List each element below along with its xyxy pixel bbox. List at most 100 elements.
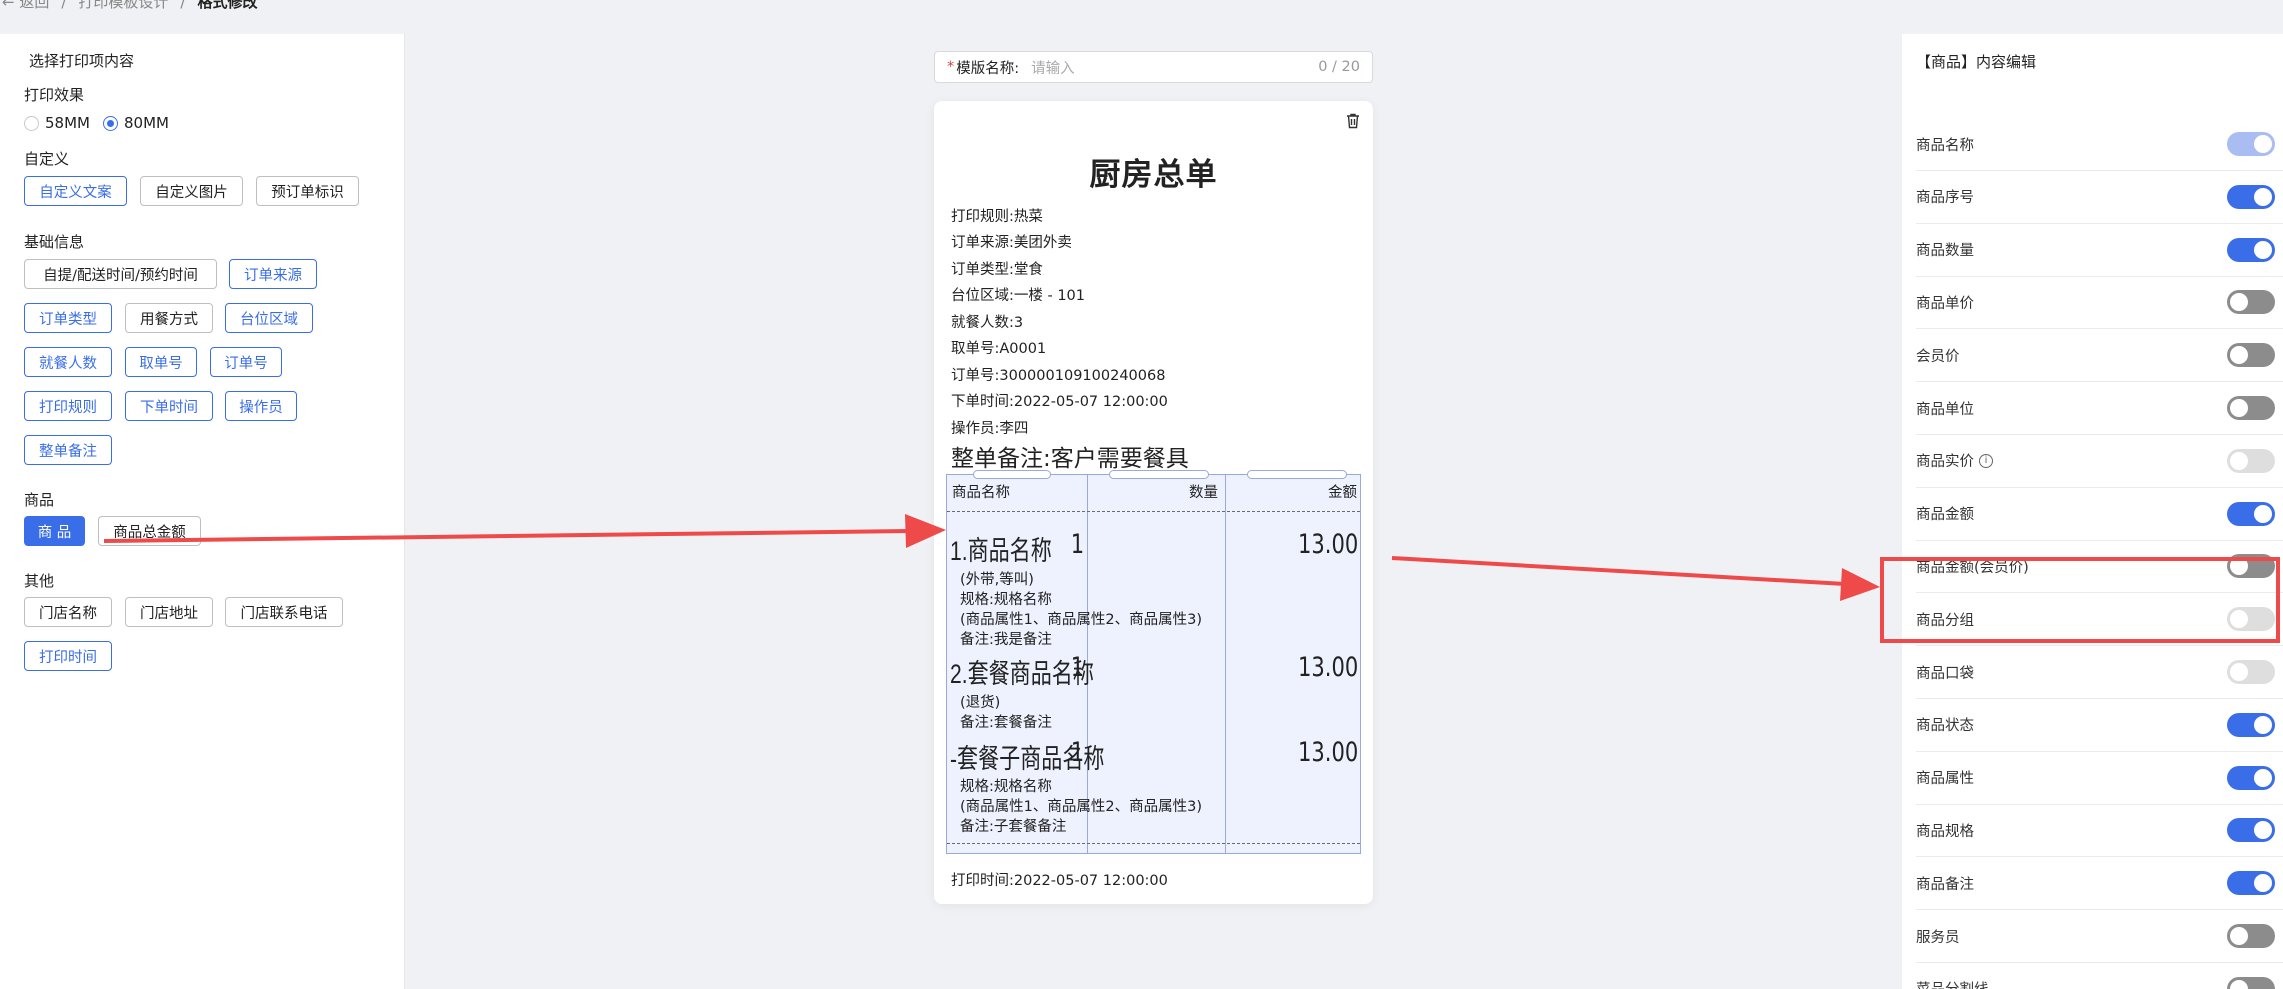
info-icon[interactable]: i bbox=[1979, 453, 1993, 468]
chip-pickup-number[interactable]: 取单号 bbox=[125, 347, 197, 377]
resize-handle[interactable] bbox=[973, 470, 1051, 479]
toggle-label: 服务员 bbox=[1916, 926, 1960, 947]
chip-dining-mode[interactable]: 用餐方式 bbox=[125, 303, 213, 333]
item-detail: (外带,等叫) bbox=[960, 572, 1034, 588]
item-qty: 1 bbox=[1070, 529, 1084, 560]
toggle-switch[interactable] bbox=[2227, 501, 2275, 526]
chip-preorder-mark[interactable]: 预订单标识 bbox=[256, 176, 359, 206]
toggle-label-text: 商品属性 bbox=[1916, 771, 1974, 788]
toggle-label: 商品状态 bbox=[1916, 714, 1974, 735]
template-name-label: 模版名称: bbox=[956, 60, 1020, 77]
radio-circle-checked[interactable] bbox=[103, 115, 118, 131]
breadcrumb-sep: / bbox=[61, 0, 67, 11]
item-detail: 备注:套餐备注 bbox=[960, 715, 1052, 731]
chip-goods-total[interactable]: 商品总金额 bbox=[98, 516, 201, 546]
toggle-label-text: 服务员 bbox=[1916, 929, 1960, 946]
trash-icon[interactable] bbox=[1345, 113, 1361, 129]
toggle-label: 商品序号 bbox=[1916, 186, 1974, 207]
breadcrumb-parent[interactable]: 打印模板设计 bbox=[78, 0, 168, 10]
chip-order-source[interactable]: 订单来源 bbox=[229, 259, 317, 289]
chip-print-rule[interactable]: 打印规则 bbox=[24, 391, 112, 421]
toggle-label: 商品实价 i bbox=[1916, 450, 1993, 471]
toggle-label: 商品数量 bbox=[1916, 239, 1974, 260]
toggle-switch[interactable] bbox=[2227, 976, 2275, 989]
toggle-row: 商品金额 bbox=[1916, 488, 2283, 541]
receipt-line: 打印规则:热菜 bbox=[951, 209, 1043, 225]
toggle-switch[interactable] bbox=[2227, 290, 2275, 315]
chip-goods[interactable]: 商 品 bbox=[24, 516, 85, 546]
goods-label: 商品 bbox=[24, 491, 55, 509]
toggle-row: 会员价 bbox=[1916, 329, 2283, 383]
toggle-label-text: 商品规格 bbox=[1916, 823, 1974, 840]
chip-store-name[interactable]: 门店名称 bbox=[24, 597, 112, 627]
chip-order-note[interactable]: 整单备注 bbox=[24, 435, 112, 465]
chip-print-time[interactable]: 打印时间 bbox=[24, 641, 112, 671]
toggle-label: 商品规格 bbox=[1916, 820, 1974, 841]
highlight-box bbox=[1880, 557, 2280, 643]
chip-custom-text[interactable]: 自定义文案 bbox=[24, 176, 127, 206]
toggle-switch[interactable] bbox=[2227, 871, 2275, 896]
col-header-name: 商品名称 bbox=[952, 485, 1010, 501]
toggle-label-text: 菜品分割线 bbox=[1916, 978, 1989, 989]
toggle-row: 商品属性 bbox=[1916, 752, 2283, 805]
back-link[interactable]: ← 返回 bbox=[2, 0, 49, 10]
item-name: 1.商品名称 bbox=[950, 536, 1052, 566]
chip-guest-count[interactable]: 就餐人数 bbox=[24, 347, 112, 377]
toggle-switch[interactable] bbox=[2227, 237, 2275, 262]
receipt-line: 下单时间:2022-05-07 12:00:00 bbox=[951, 394, 1168, 410]
print-effect-label: 打印效果 bbox=[24, 86, 85, 104]
resize-handle[interactable] bbox=[1247, 470, 1347, 479]
toggle-label-text: 商品金额 bbox=[1916, 507, 1974, 524]
receipt-line: 就餐人数:3 bbox=[951, 315, 1024, 331]
toggle-switch[interactable] bbox=[2227, 818, 2275, 843]
toggle-label: 商品单价 bbox=[1916, 292, 1974, 313]
item-qty: 1 bbox=[1070, 737, 1084, 768]
toggle-label-text: 商品口袋 bbox=[1916, 665, 1974, 682]
template-name-field[interactable]: * 模版名称: 请输入 0 / 20 bbox=[934, 51, 1373, 83]
column-divider bbox=[1225, 475, 1226, 853]
chip-store-phone[interactable]: 门店联系电话 bbox=[225, 597, 343, 627]
radio-circle[interactable] bbox=[24, 115, 39, 131]
col-header-qty: 数量 bbox=[1189, 485, 1218, 501]
toggle-switch[interactable] bbox=[2227, 184, 2275, 209]
breadcrumb-current: 格式修改 bbox=[197, 0, 258, 11]
toggle-label-text: 商品单位 bbox=[1916, 401, 1974, 418]
chip-store-address[interactable]: 门店地址 bbox=[125, 597, 213, 627]
receipt-order-note: 整单备注:客户需要餐具 bbox=[951, 446, 1189, 472]
editor-title: 【商品】内容编辑 bbox=[1916, 53, 2037, 71]
toggle-label: 商品单位 bbox=[1916, 398, 1974, 419]
receipt-preview: 厨房总单 打印规则:热菜 订单来源:美团外卖 订单类型:堂食 台位区域:一楼 -… bbox=[934, 101, 1373, 904]
chip-operator[interactable]: 操作员 bbox=[225, 391, 297, 421]
toggle-label: 商品金额 bbox=[1916, 503, 1974, 524]
basic-info-label: 基础信息 bbox=[24, 233, 85, 251]
toggle-switch[interactable] bbox=[2227, 396, 2275, 420]
item-qty: 1 bbox=[1070, 652, 1084, 683]
toggle-row: 商品规格 bbox=[1916, 804, 2283, 858]
radio-80mm[interactable]: 80MM bbox=[103, 114, 169, 132]
item-detail: 备注:我是备注 bbox=[960, 632, 1052, 648]
chip-order-number[interactable]: 订单号 bbox=[210, 347, 282, 377]
chip-order-time[interactable]: 下单时间 bbox=[125, 391, 213, 421]
toggle-switch[interactable] bbox=[2227, 343, 2275, 368]
chip-table-area[interactable]: 台位区域 bbox=[225, 303, 313, 333]
goods-table[interactable]: 商品名称 数量 金额 1.商品名称 1 13.00 (外带,等叫) 规格:规格名… bbox=[946, 470, 1361, 854]
goods-content-editor: 【商品】内容编辑 商品名称 商品序号 商品数量 商品单价 会员价 商品单位 商品实价 i 商品金… bbox=[1902, 34, 2283, 989]
toggle-row: 商品单价 bbox=[1916, 276, 2283, 330]
radio-58mm[interactable]: 58MM bbox=[24, 114, 90, 132]
item-detail: (退货) bbox=[960, 695, 1001, 711]
breadcrumb: ← 返回 / 打印模板设计 / 格式修改 bbox=[0, 0, 2283, 22]
toggle-switch[interactable] bbox=[2227, 765, 2275, 790]
toggle-label-text: 商品状态 bbox=[1916, 718, 1974, 735]
toggle-switch[interactable] bbox=[2227, 712, 2275, 737]
chip-custom-image[interactable]: 自定义图片 bbox=[140, 176, 243, 206]
radio-label: 80MM bbox=[124, 114, 169, 132]
panel-title: 选择打印项内容 bbox=[29, 52, 135, 70]
toggle-switch[interactable] bbox=[2227, 924, 2275, 948]
dashed-divider bbox=[947, 511, 1360, 512]
toggle-row: 商品状态 bbox=[1916, 699, 2283, 752]
chip-pickup-time[interactable]: 自提/配送时间/预约时间 bbox=[24, 259, 217, 289]
template-name-input[interactable]: 请输入 bbox=[1031, 57, 1075, 78]
toggle-row: 商品实价 i bbox=[1916, 435, 2283, 488]
chip-order-type[interactable]: 订单类型 bbox=[24, 303, 112, 333]
resize-handle[interactable] bbox=[1109, 470, 1209, 479]
